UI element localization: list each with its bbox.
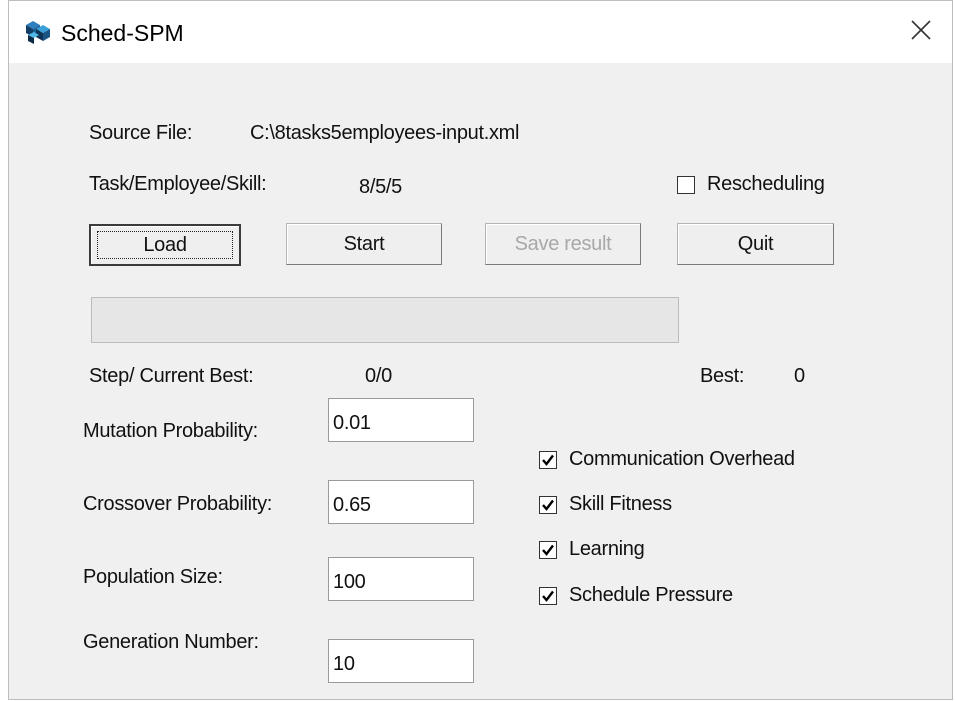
save-result-button-label: Save result (514, 232, 612, 255)
option-communication-overhead[interactable]: Communication Overhead (539, 448, 795, 471)
rescheduling-checkbox[interactable]: Rescheduling (677, 173, 825, 196)
best-value: 0 (794, 365, 805, 387)
rescheduling-label: Rescheduling (707, 173, 825, 195)
start-button-label: Start (343, 232, 385, 255)
option-schedule-pressure[interactable]: Schedule Pressure (539, 584, 733, 607)
task-employee-skill-label: Task/Employee/Skill: (89, 173, 267, 195)
progress-bar (91, 297, 679, 343)
option-skill-fitness[interactable]: Skill Fitness (539, 493, 672, 516)
window-title: Sched-SPM (61, 20, 184, 46)
source-file-label: Source File: (89, 122, 193, 144)
checkbox-check-icon[interactable] (539, 450, 557, 469)
mutation-probability-label: Mutation Probability: (83, 420, 258, 442)
quit-button-label: Quit (737, 232, 774, 255)
task-employee-skill-value: 8/5/5 (359, 176, 402, 198)
step-current-best-value: 0/0 (365, 365, 392, 387)
crossover-probability-label: Crossover Probability: (83, 493, 273, 515)
checkbox-check-icon[interactable] (539, 586, 557, 605)
start-button[interactable]: Start (286, 223, 442, 265)
crossover-probability-input[interactable] (328, 480, 474, 524)
cube-icon (23, 17, 53, 45)
option-label: Learning (569, 538, 645, 560)
source-file-path: C:\8tasks5employees-input.xml (250, 122, 520, 144)
checkbox-check-icon[interactable] (539, 540, 557, 559)
load-button[interactable]: Load (89, 224, 241, 266)
population-size-input[interactable] (328, 557, 474, 601)
option-label: Schedule Pressure (569, 584, 733, 606)
quit-button[interactable]: Quit (677, 223, 834, 265)
checkbox-check-icon[interactable] (539, 495, 557, 514)
rescheduling-check-box[interactable] (677, 175, 695, 194)
close-icon[interactable] (904, 13, 938, 47)
save-result-button[interactable]: Save result (485, 223, 641, 265)
population-size-label: Population Size: (83, 566, 223, 588)
focus-rect (97, 231, 233, 259)
mutation-probability-input[interactable] (328, 398, 474, 442)
title-bar[interactable]: Sched-SPM (9, 1, 952, 63)
option-label: Skill Fitness (569, 493, 672, 515)
main-window: Sched-SPM Source File: C:\8tasks5employe… (8, 0, 953, 700)
generation-number-label: Generation Number: (83, 631, 259, 653)
generation-number-input[interactable] (328, 639, 474, 683)
best-label: Best: (700, 365, 745, 387)
option-label: Communication Overhead (569, 448, 795, 470)
step-current-best-label: Step/ Current Best: (89, 365, 254, 387)
option-learning[interactable]: Learning (539, 538, 645, 561)
